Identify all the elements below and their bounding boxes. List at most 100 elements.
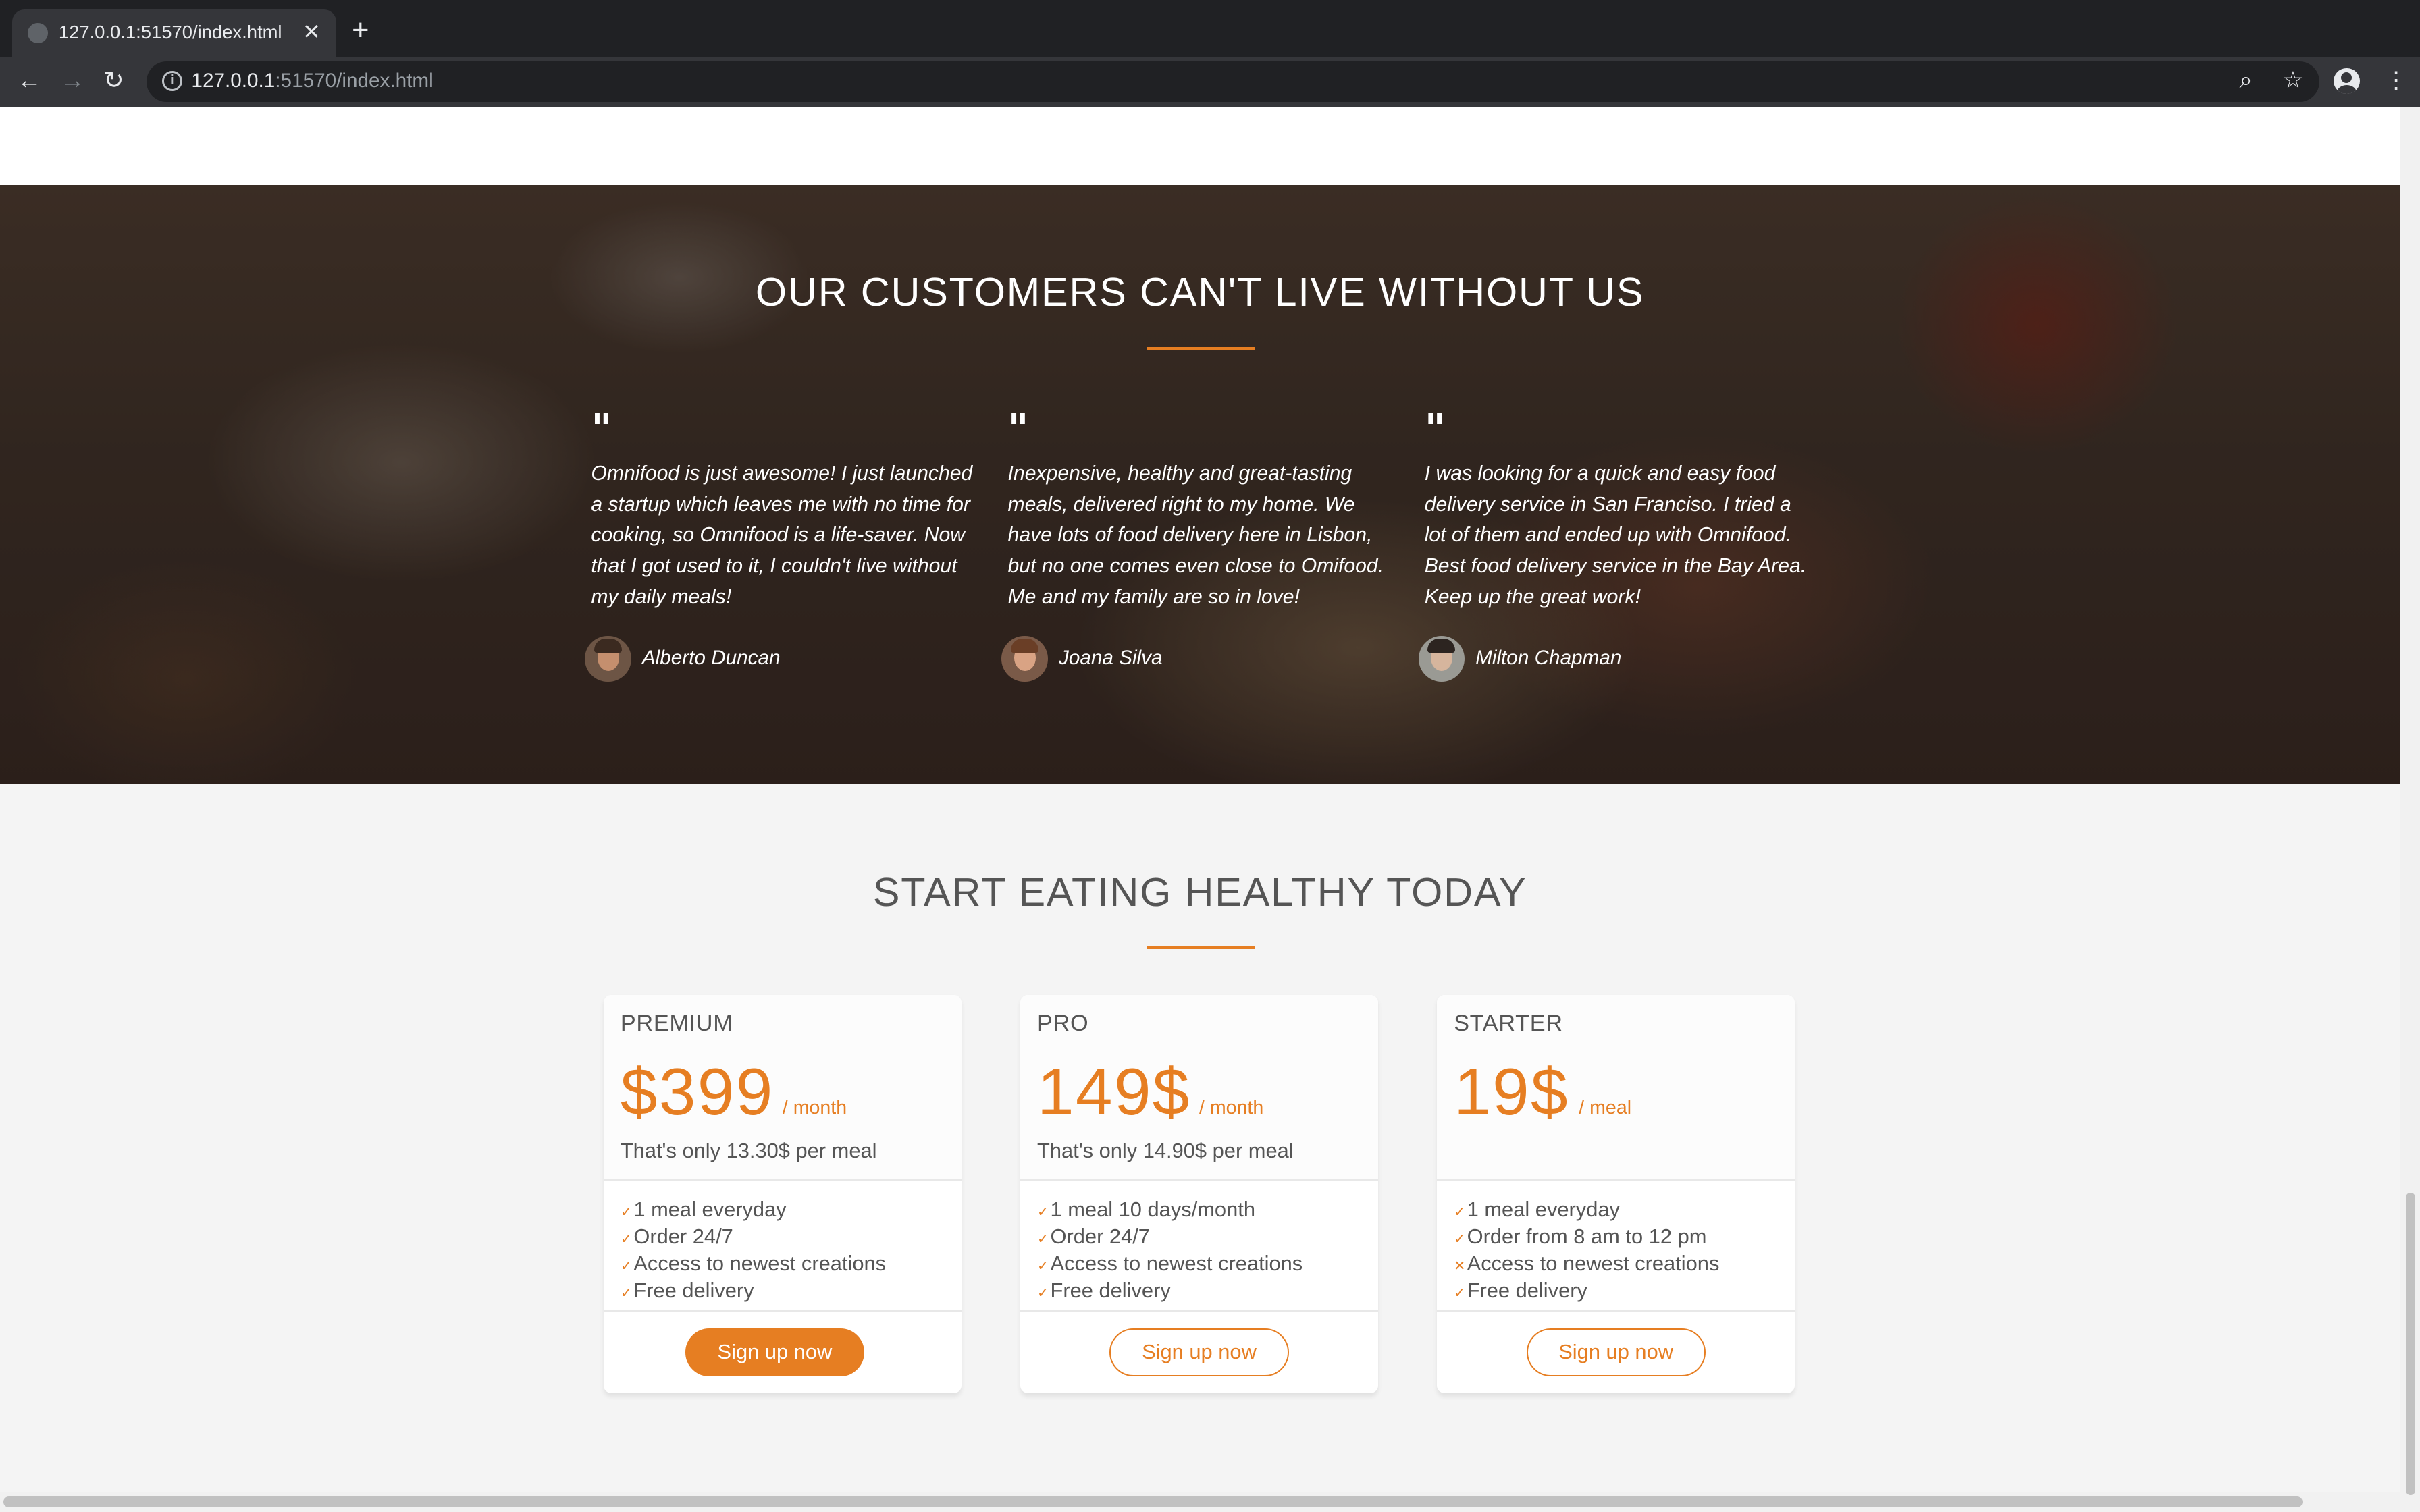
check-icon: ✓ <box>620 1258 633 1274</box>
check-icon: ✓ <box>1036 1285 1049 1301</box>
sign-up-button[interactable]: Sign up now <box>1109 1328 1289 1376</box>
title-divider <box>1147 347 1255 350</box>
divider <box>1436 1310 1795 1312</box>
feature-item: ✓ Free delivery <box>1454 1278 1719 1305</box>
customer-name: Alberto Duncan <box>641 646 781 669</box>
feature-text: Order from 8 am to 12 pm <box>1467 1224 1707 1248</box>
reload-icon[interactable]: ↻ <box>103 63 124 97</box>
feature-text: Access to newest creations <box>1467 1251 1720 1275</box>
quote-text: Inexpensive, healthy and great-tasting m… <box>1007 462 1384 608</box>
check-icon: ✓ <box>1036 1258 1049 1274</box>
quote-text: Omnifood is just awesome! I just launche… <box>591 462 973 608</box>
testimonials-title: OUR CUSTOMERS CAN'T LIVE WITHOUT US <box>755 269 1645 315</box>
sign-up-button[interactable]: Sign up now <box>685 1328 864 1376</box>
url-host: 127.0.0.1 <box>191 69 275 92</box>
browser-toolbar: ← → ↻ i 127.0.0.1:51570/index.html ⌕ ☆ ⋮ <box>0 57 2420 107</box>
feature-item: ✓ Order 24/7 <box>621 1224 886 1251</box>
plan-price-unit: / meal <box>1579 1097 1632 1119</box>
globe-icon <box>28 23 48 43</box>
menu-kebab-icon[interactable]: ⋮ <box>2384 63 2407 97</box>
feature-item: ✓ Free delivery <box>1037 1278 1303 1305</box>
plan-card-starter: STARTER 19$ / meal ✓ 1 meal everyday ✓ Ord… <box>1436 995 1795 1393</box>
customer-name: Joana Silva <box>1058 646 1163 669</box>
quote-mark-icon: " <box>1424 404 1446 452</box>
feature-text: Order 24/7 <box>1050 1224 1150 1248</box>
plan-name: PREMIUM <box>620 1010 733 1037</box>
back-icon[interactable]: ← <box>17 63 42 97</box>
check-icon: ✓ <box>1036 1204 1049 1220</box>
plans-title: START EATING HEALTHY TODAY <box>872 869 1527 915</box>
close-tab-icon[interactable]: ✕ <box>302 18 321 46</box>
feature-item: ✓ Order 24/7 <box>1037 1224 1303 1251</box>
feature-text: Free delivery <box>1467 1278 1587 1303</box>
vertical-scrollbar[interactable] <box>2400 106 2420 1512</box>
url-path: :51570/index.html <box>275 69 433 92</box>
testimonial-quote: " Omnifood is just awesome! I just launc… <box>591 404 976 613</box>
browser-tab[interactable]: 127.0.0.1:51570/index.html ✕ <box>12 9 337 57</box>
check-icon: ✓ <box>620 1204 633 1220</box>
feature-item: ✓ Access to newest creations <box>1037 1251 1303 1278</box>
plan-per-meal: That's only 13.30$ per meal <box>620 1138 877 1162</box>
title-divider <box>1147 946 1255 949</box>
quote-mark-icon: " <box>1007 404 1029 452</box>
customer-avatar <box>585 635 631 682</box>
plan-price-unit: / month <box>1199 1097 1264 1119</box>
check-icon: ✓ <box>620 1285 633 1301</box>
plan-features: ✓ 1 meal everyday ✓ Order 24/7 ✓ Access to … <box>621 1197 886 1305</box>
divider <box>1020 1310 1379 1312</box>
plan-per-meal: That's only 14.90$ per meal <box>1036 1138 1294 1162</box>
plan-name: STARTER <box>1454 1010 1563 1037</box>
horizontal-scrollbar[interactable] <box>0 1492 2400 1512</box>
check-icon: ✓ <box>1454 1231 1466 1247</box>
check-icon: ✓ <box>620 1231 633 1247</box>
feature-text: 1 meal everyday <box>1467 1197 1620 1221</box>
check-icon: ✓ <box>1036 1231 1049 1247</box>
feature-text: 1 meal 10 days/month <box>1050 1197 1255 1221</box>
new-tab-icon[interactable]: + <box>352 15 369 47</box>
plan-price: 149$ <box>1036 1054 1191 1129</box>
info-icon[interactable]: i <box>161 71 182 91</box>
address-bar[interactable]: i 127.0.0.1:51570/index.html <box>147 61 2320 102</box>
plan-features: ✓ 1 meal everyday ✓ Order from 8 am to 12 … <box>1454 1197 1719 1305</box>
feature-text: Access to newest creations <box>633 1251 887 1275</box>
feature-item: ✓ Free delivery <box>621 1278 886 1305</box>
plan-card-pro: PRO 149$ / month That's only 14.90$ per … <box>1020 995 1379 1393</box>
bookmark-star-icon[interactable]: ☆ <box>2283 63 2304 97</box>
plan-price: $399 <box>620 1054 774 1129</box>
feature-item: ✓ 1 meal 10 days/month <box>1037 1197 1303 1224</box>
feature-item: ✓ Order from 8 am to 12 pm <box>1454 1224 1719 1251</box>
url-text: 127.0.0.1:51570/index.html <box>191 70 433 92</box>
feature-text: 1 meal everyday <box>633 1197 787 1221</box>
customer-avatar <box>1001 635 1048 682</box>
feature-item: ✓ Access to newest creations <box>621 1251 886 1278</box>
feature-text: Access to newest creations <box>1050 1251 1303 1275</box>
quote-mark-icon: " <box>591 404 612 452</box>
browser-tab-bar: 127.0.0.1:51570/index.html ✕ + <box>0 0 2420 57</box>
feature-text: Order 24/7 <box>633 1224 733 1248</box>
customer-name: Milton Chapman <box>1475 646 1622 669</box>
sign-up-button[interactable]: Sign up now <box>1526 1328 1706 1376</box>
vertical-scroll-thumb[interactable] <box>2406 1192 2416 1495</box>
plan-name: PRO <box>1036 1010 1089 1037</box>
profile-icon[interactable] <box>2333 68 2360 94</box>
previous-section-bottom <box>0 106 2400 186</box>
cross-icon: ✕ <box>1454 1258 1466 1274</box>
testimonial-quote: " Inexpensive, healthy and great-tasting… <box>1007 404 1394 613</box>
horizontal-scroll-thumb[interactable] <box>3 1496 2303 1508</box>
zoom-icon[interactable]: ⌕ <box>2240 63 2253 97</box>
testimonial-quote: " I was looking for a quick and easy foo… <box>1424 404 1810 613</box>
plan-features: ✓ 1 meal 10 days/month ✓ Order 24/7 ✓ Acces… <box>1037 1197 1303 1305</box>
forward-icon[interactable]: → <box>60 63 85 97</box>
feature-item: ✓ 1 meal everyday <box>1454 1197 1719 1224</box>
plan-card-premium: PREMIUM $399 / month That's only 13.30$ … <box>603 995 962 1393</box>
feature-item: ✓ 1 meal everyday <box>621 1197 886 1224</box>
feature-item: ✕ Access to newest creations <box>1454 1251 1719 1278</box>
check-icon: ✓ <box>1454 1204 1466 1220</box>
tab-title: 127.0.0.1:51570/index.html <box>58 21 282 43</box>
quote-text: I was looking for a quick and easy food … <box>1424 462 1807 608</box>
divider <box>603 1310 962 1312</box>
page-viewport: OUR CUSTOMERS CAN'T LIVE WITHOUT US " Om… <box>0 106 2420 1512</box>
check-icon: ✓ <box>1454 1285 1466 1301</box>
feature-text: Free delivery <box>1050 1278 1171 1303</box>
feature-text: Free delivery <box>633 1278 754 1303</box>
